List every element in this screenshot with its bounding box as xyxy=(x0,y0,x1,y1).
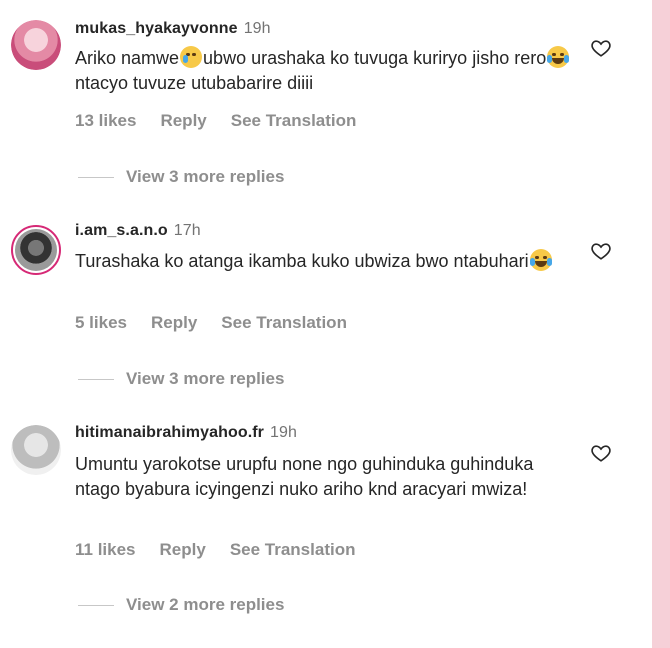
view-replies-button[interactable]: View 3 more replies xyxy=(78,167,284,187)
heart-outline-icon[interactable] xyxy=(590,240,612,262)
comment-username[interactable]: mukas_hyakayvonne xyxy=(75,20,238,37)
side-strip xyxy=(652,0,670,648)
comment-text: Turashaka ko atanga ikamba kuko ubwiza b… xyxy=(75,249,575,274)
heart-outline-icon[interactable] xyxy=(590,37,612,59)
comment-time: 19h xyxy=(270,424,297,441)
view-replies-button[interactable]: View 2 more replies xyxy=(78,595,284,615)
see-translation-button[interactable]: See Translation xyxy=(231,111,357,130)
avatar[interactable] xyxy=(11,225,61,275)
reply-button[interactable]: Reply xyxy=(160,111,206,130)
comment-time: 19h xyxy=(243,20,271,37)
tears-of-joy-emoji xyxy=(529,249,552,271)
heart-outline-icon[interactable] xyxy=(590,442,612,464)
reply-button[interactable]: Reply xyxy=(151,313,197,332)
tears-of-joy-emoji xyxy=(547,46,570,68)
comment-username[interactable]: i.am_s.a.n.o xyxy=(75,222,168,239)
comment-text: Ariko namwe ubwo urashaka ko tuvuga kurir… xyxy=(75,46,575,96)
crying-face-emoji xyxy=(180,46,203,68)
comment-username[interactable]: hitimanaibrahimyahoo.fr xyxy=(75,424,264,441)
likes-count[interactable]: 13 likes xyxy=(75,111,136,130)
avatar[interactable] xyxy=(11,20,61,70)
divider-line xyxy=(78,604,114,606)
likes-count[interactable]: 11 likes xyxy=(75,540,136,559)
divider-line xyxy=(78,378,114,380)
see-translation-button[interactable]: See Translation xyxy=(230,540,356,559)
comment-text: Umuntu yarokotse urupfu none ngo guhindu… xyxy=(75,454,534,499)
see-translation-button[interactable]: See Translation xyxy=(221,313,347,332)
reply-button[interactable]: Reply xyxy=(160,540,206,559)
divider-line xyxy=(78,176,114,178)
likes-count[interactable]: 5 likes xyxy=(75,313,127,332)
comment-time: 17h xyxy=(173,222,201,239)
view-replies-button[interactable]: View 3 more replies xyxy=(78,369,284,389)
avatar[interactable] xyxy=(11,425,61,475)
